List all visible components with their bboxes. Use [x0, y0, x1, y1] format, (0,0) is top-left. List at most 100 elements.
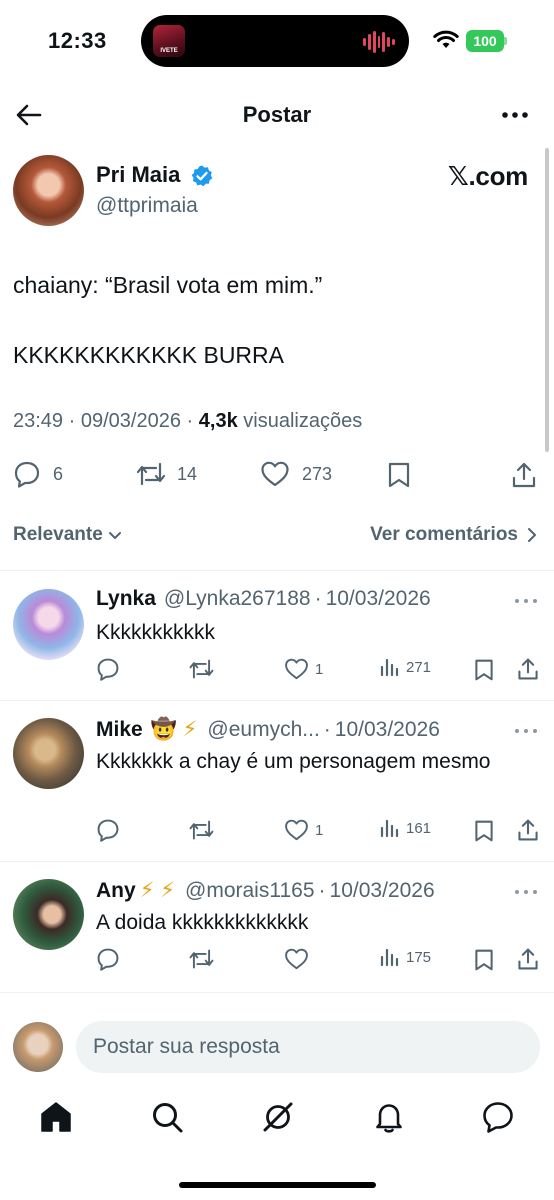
reply-item[interactable]: Any ⚡ ⚡ @morais1165 · 10/03/2026 A doida…	[0, 862, 554, 992]
view-comments-link[interactable]: Ver comentários	[370, 524, 538, 546]
reply-avatar[interactable]	[13, 589, 84, 660]
replies-filter-row: Relevante Ver comentários	[13, 522, 538, 552]
reply-icon	[97, 658, 119, 681]
meta-separator: ·	[68, 410, 76, 432]
heart-icon	[285, 948, 308, 970]
views-button[interactable]: 175	[380, 947, 431, 967]
reply-button[interactable]: 6	[13, 460, 63, 488]
reply-icon	[14, 461, 40, 488]
reply-author-name[interactable]: Mike	[96, 718, 143, 742]
bookmark-icon[interactable]	[386, 461, 412, 489]
reply-composer-input[interactable]: Postar sua resposta	[76, 1021, 540, 1073]
post-actions: 6 14 273	[0, 458, 554, 494]
reply-author-name[interactable]: Any	[96, 879, 136, 903]
reply-header: Lynka @Lynka267188 · 10/03/2026	[96, 587, 431, 611]
more-horizontal-icon[interactable]	[514, 888, 538, 896]
view-comments-label: Ver comentários	[370, 524, 518, 545]
battery-indicator: 100	[466, 30, 504, 52]
bookmark-icon[interactable]	[473, 948, 495, 972]
reply-item[interactable]: Mike 🤠 ⚡ @eumych... · 10/03/2026 Kkkkkkk…	[0, 701, 554, 861]
views-bar-chart-icon	[380, 819, 399, 838]
reply-author-emojis: ⚡ ⚡	[139, 879, 176, 902]
notifications-bell-icon[interactable]	[372, 1100, 406, 1134]
reply-icon	[97, 948, 119, 971]
reply-count: 6	[53, 463, 64, 484]
reply-author-name[interactable]: Lynka	[96, 587, 156, 611]
status-bar: 12:33 IVETE 100	[0, 0, 554, 84]
post-text: chaiany: “Brasil vota em mim.” KKKKKKKKK…	[13, 268, 533, 373]
composer-avatar	[13, 1022, 63, 1072]
dynamic-island[interactable]: IVETE	[141, 15, 409, 67]
grok-icon[interactable]	[261, 1100, 295, 1134]
reply-button[interactable]	[96, 947, 126, 971]
author-avatar[interactable]	[13, 155, 84, 226]
share-icon[interactable]	[516, 657, 540, 681]
more-horizontal-icon[interactable]	[514, 727, 538, 735]
reply-author-handle[interactable]: @Lynka267188	[164, 587, 311, 611]
views-bar-chart-icon	[380, 658, 399, 677]
divider	[0, 992, 554, 993]
like-count: 1	[315, 821, 324, 839]
home-indicator	[179, 1182, 376, 1188]
more-horizontal-icon[interactable]	[500, 100, 530, 130]
now-playing-artwork: IVETE	[153, 25, 185, 57]
repost-icon	[189, 820, 214, 840]
reply-item[interactable]: Lynka @Lynka267188 · 10/03/2026 Kkkkkkkk…	[0, 571, 554, 701]
views-count: 161	[406, 819, 432, 837]
sort-dropdown[interactable]: Relevante	[13, 524, 123, 546]
like-count: 273	[302, 463, 333, 484]
reply-avatar[interactable]	[13, 879, 84, 950]
views-label[interactable]: visualizações	[243, 410, 362, 432]
meta-separator: ·	[318, 878, 326, 902]
like-button[interactable]: 1	[284, 818, 323, 842]
like-count: 1	[315, 660, 324, 678]
home-icon[interactable]	[39, 1100, 73, 1134]
reply-header: Mike 🤠 ⚡ @eumych... · 10/03/2026	[96, 717, 440, 742]
repost-button[interactable]	[188, 657, 221, 681]
share-icon[interactable]	[516, 818, 540, 842]
repost-button[interactable]: 14	[135, 460, 197, 488]
post-text-line: chaiany: “Brasil vota em mim.”	[13, 272, 323, 298]
repost-button[interactable]	[188, 818, 221, 842]
share-icon[interactable]	[510, 461, 538, 489]
page-title: Postar	[242, 102, 312, 127]
battery-tip	[504, 37, 507, 45]
reply-date: 10/03/2026	[325, 587, 431, 610]
repost-button[interactable]	[188, 947, 221, 971]
author-name[interactable]: Pri Maia	[96, 162, 180, 188]
views-count[interactable]: 4,3k	[199, 410, 238, 432]
like-button[interactable]: 1	[284, 657, 323, 681]
messages-icon[interactable]	[481, 1100, 515, 1134]
scrollbar[interactable]	[545, 148, 549, 452]
reply-header: Any ⚡ ⚡ @morais1165 · 10/03/2026	[96, 878, 435, 903]
share-icon[interactable]	[516, 947, 540, 971]
views-button[interactable]: 271	[380, 657, 431, 677]
meta-separator: ·	[323, 717, 331, 741]
post-meta: 23:49 · 09/03/2026 · 4,3k visualizações	[13, 410, 362, 433]
reply-icon	[97, 819, 119, 842]
chevron-right-icon	[528, 528, 536, 542]
bookmark-icon[interactable]	[473, 819, 495, 843]
like-button[interactable]	[284, 947, 315, 971]
reply-avatar[interactable]	[13, 718, 84, 789]
reply-author-handle[interactable]: @morais1165	[185, 879, 315, 903]
author-handle[interactable]: @ttprimaia	[96, 194, 198, 218]
bookmark-icon[interactable]	[473, 658, 495, 682]
repost-icon	[189, 659, 214, 679]
views-bar-chart-icon	[380, 948, 399, 967]
reply-button[interactable]	[96, 657, 126, 681]
bottom-nav	[0, 1090, 554, 1146]
more-horizontal-icon[interactable]	[514, 597, 538, 605]
reply-button[interactable]	[96, 818, 126, 842]
reply-date: 10/03/2026	[329, 878, 435, 902]
search-icon[interactable]	[150, 1100, 184, 1134]
post-text-line: KKKKKKKKKKKK BURRA	[13, 342, 284, 368]
meta-separator: ·	[314, 587, 322, 610]
views-button[interactable]: 161	[380, 818, 431, 838]
reply-author-handle[interactable]: @eumych...	[207, 718, 319, 742]
repost-icon	[189, 949, 214, 969]
like-button[interactable]: 273	[260, 460, 332, 488]
verified-badge-icon	[191, 165, 213, 187]
views-count: 271	[406, 658, 432, 676]
post-date: 09/03/2026	[80, 410, 181, 432]
